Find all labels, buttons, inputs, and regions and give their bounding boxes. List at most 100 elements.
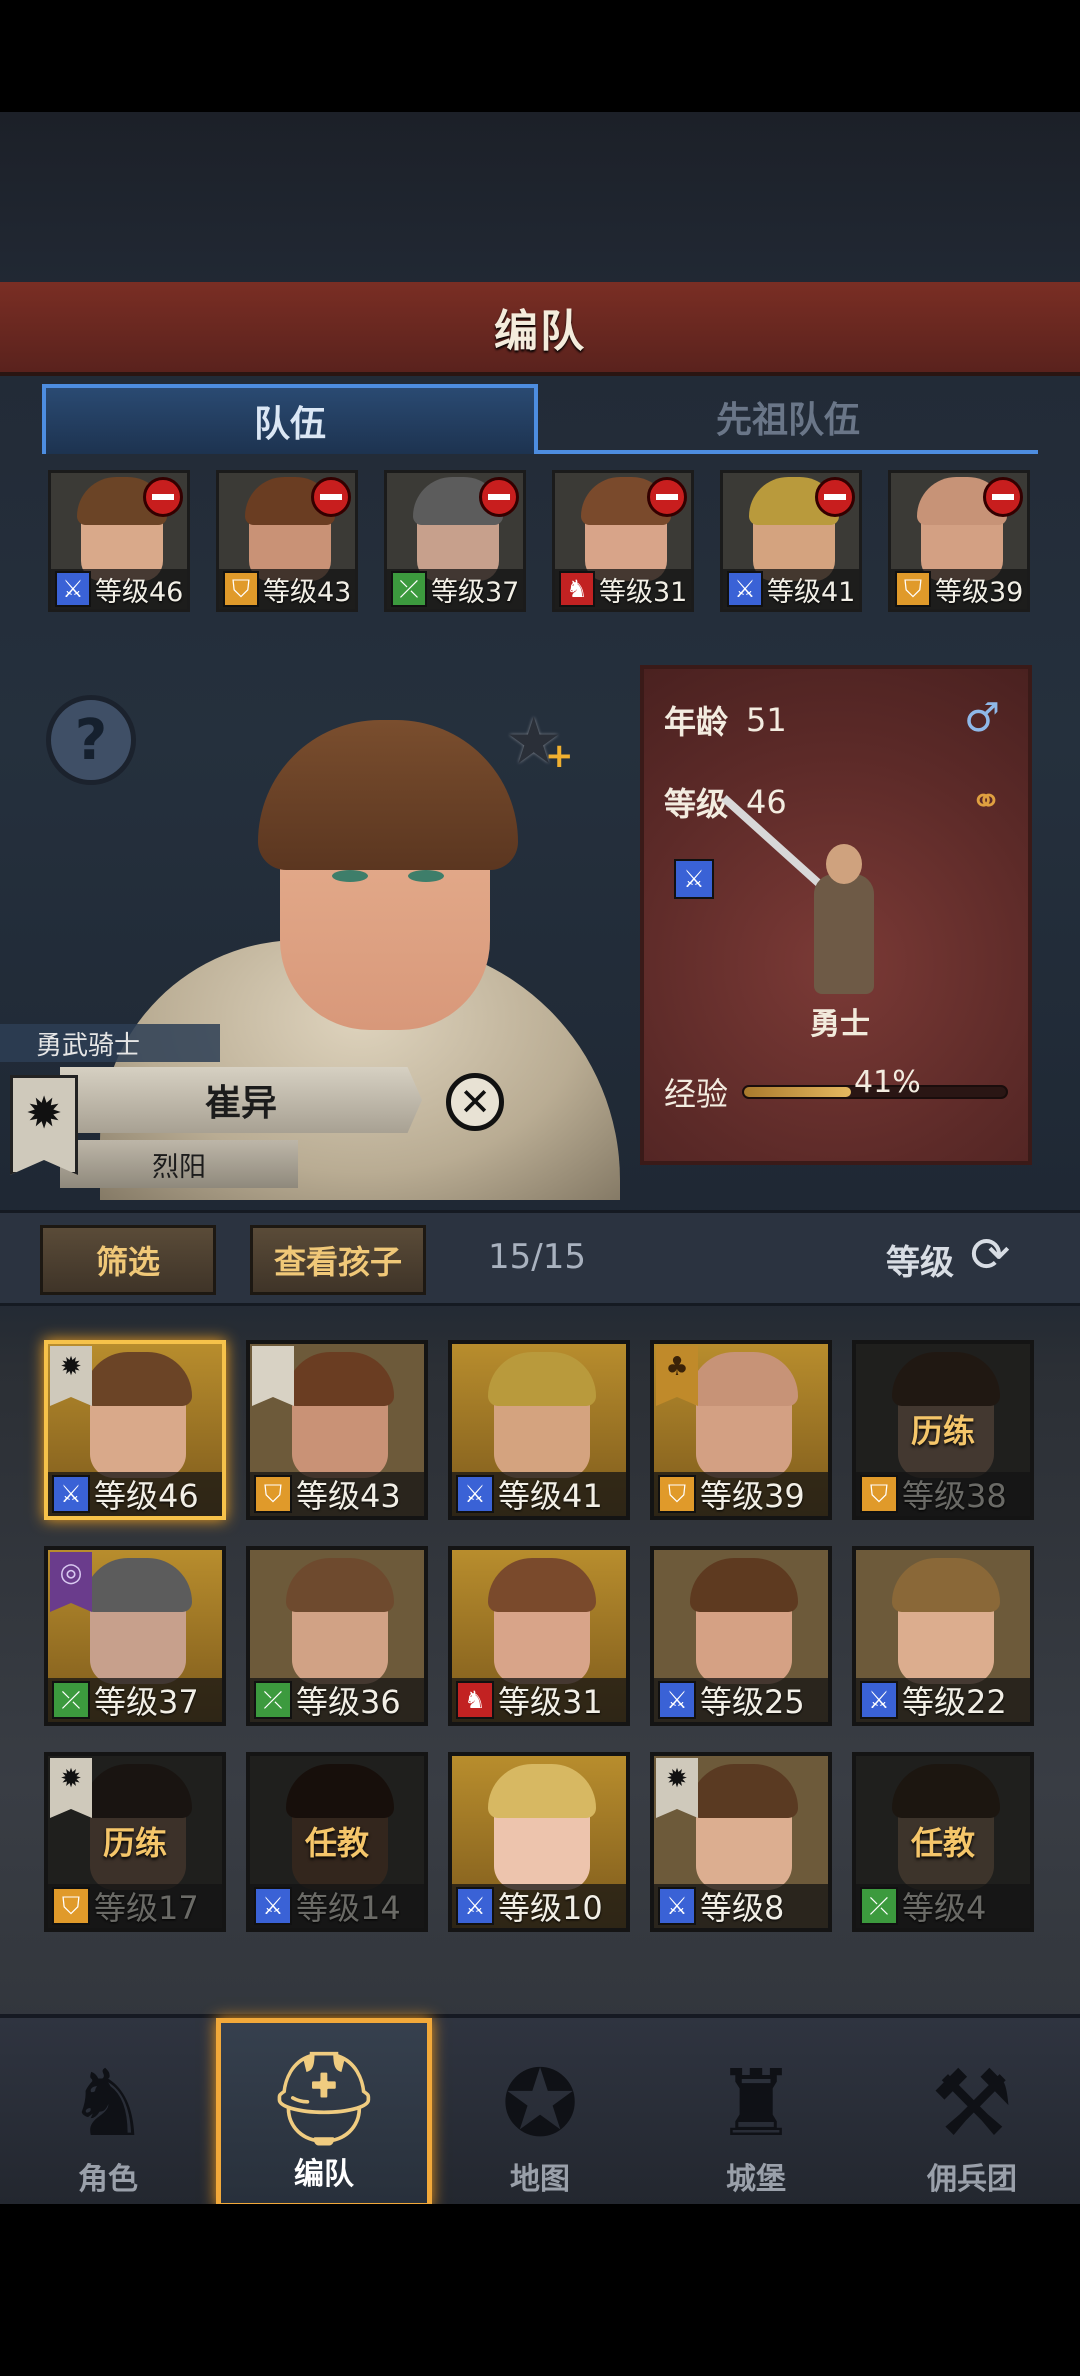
roster-hero-card[interactable]: ⚔ 等级22: [852, 1546, 1034, 1726]
compass-icon: ✪: [501, 2050, 579, 2157]
remove-member-icon[interactable]: [815, 477, 855, 517]
level-text: 等级46: [95, 576, 184, 608]
unit-head: [826, 844, 862, 884]
sort-label[interactable]: 等级: [886, 1235, 954, 1284]
sword-class-icon: ⚔: [52, 1475, 90, 1513]
portrait-hair: [690, 1558, 798, 1612]
wedding-ring-icon[interactable]: ⚭: [970, 779, 1002, 823]
nav-item-1[interactable]: ⛑ 编队: [216, 2018, 432, 2208]
hero-epithet: 烈阳: [60, 1140, 298, 1188]
roster-hero-card[interactable]: ⛉ 等级43: [246, 1340, 428, 1520]
team-member-card[interactable]: ♞ 等级31: [552, 470, 694, 612]
portrait-hair: [488, 1352, 596, 1406]
level-value: 46: [746, 783, 787, 821]
roster-hero-card[interactable]: ⤫ 等级4 任教: [852, 1752, 1034, 1932]
exp-bar-fill: [744, 1087, 852, 1097]
level-text: 等级38: [902, 1477, 1007, 1515]
roster-hero-card[interactable]: ⛉ 等级17 ✹ 历练: [44, 1752, 226, 1932]
male-gender-icon: ♂: [964, 695, 1000, 741]
roster-hero-card[interactable]: ⚔ 等级25: [650, 1546, 832, 1726]
portrait-hair: [286, 1352, 394, 1406]
level-text: 等级39: [935, 576, 1024, 608]
roster-hero-card[interactable]: ⚔ 等级46 ✹: [44, 1340, 226, 1520]
roster-hero-card[interactable]: ⛉ 等级39 ♣: [650, 1340, 832, 1520]
add-plus-icon: +: [545, 736, 574, 776]
sun-emblem-icon: ✹: [50, 1758, 92, 1818]
level-strip: ⤫ 等级4: [856, 1884, 1030, 1928]
nav-item-0[interactable]: ♞ 角色: [0, 2018, 216, 2208]
sort-refresh-icon[interactable]: ⟳: [970, 1227, 1010, 1283]
remove-member-icon[interactable]: [143, 477, 183, 517]
team-member-card[interactable]: ⚔ 等级41: [720, 470, 862, 612]
level-text: 等级41: [767, 576, 856, 608]
shield-class-icon: ⛉: [860, 1475, 898, 1513]
exp-percent: 41%: [854, 1065, 921, 1100]
page-title: 编队: [494, 306, 586, 357]
roster-hero-card[interactable]: ⚔ 等级14 任教: [246, 1752, 428, 1932]
level-label: 等级: [664, 785, 729, 823]
sword-class-icon: ⚔: [456, 1887, 494, 1925]
roster-hero-card[interactable]: ⚔ 等级41: [448, 1340, 630, 1520]
knight-icon: ♞: [66, 2050, 150, 2157]
team-member-card[interactable]: ⤫ 等级37: [384, 470, 526, 612]
level-text: 等级17: [94, 1889, 199, 1927]
hero-right-eye: [408, 870, 444, 882]
roster-hero-card[interactable]: ⤫ 等级36: [246, 1546, 428, 1726]
level-strip: ⛉ 等级38: [856, 1472, 1030, 1516]
shield-class-icon: ⛉: [254, 1475, 292, 1513]
nav-label: 角色: [78, 2162, 138, 2197]
level-strip: ⤫ 等级36: [250, 1678, 424, 1722]
team-member-card[interactable]: ⛉ 等级39: [888, 470, 1030, 612]
nav-label: 佣兵团: [927, 2162, 1017, 2197]
nav-item-3[interactable]: ♜ 城堡: [648, 2018, 864, 2208]
roster-count: 15/15: [488, 1237, 586, 1277]
tab-team[interactable]: 队伍: [42, 384, 538, 454]
purple-emblem-icon: ◎: [50, 1552, 92, 1612]
team-member-card[interactable]: ⛉ 等级43: [216, 470, 358, 612]
title-banner: 编队: [0, 282, 1080, 376]
team-member-card[interactable]: ⚔ 等级46: [48, 470, 190, 612]
nav-item-2[interactable]: ✪ 地图: [432, 2018, 648, 2208]
sword-class-icon: ⚔: [456, 1475, 494, 1513]
sword-class-icon: ⚔: [860, 1681, 898, 1719]
sword-class-icon: ⚔: [674, 859, 714, 899]
roster-hero-card[interactable]: ⚔ 等级10: [448, 1752, 630, 1932]
remove-member-icon[interactable]: [311, 477, 351, 517]
level-strip: ⛉ 等级43: [219, 569, 355, 609]
hero-status: 历练: [102, 1824, 167, 1862]
roster-hero-card[interactable]: ♞ 等级31: [448, 1546, 630, 1726]
level-text: 等级31: [498, 1683, 603, 1721]
view-children-button[interactable]: 查看孩子: [250, 1225, 426, 1295]
banner-emblem-icon: [252, 1346, 294, 1406]
level-strip: ⛉ 等级39: [891, 569, 1027, 609]
remove-member-icon[interactable]: [983, 477, 1023, 517]
nav-item-4[interactable]: ⚒ 佣兵团: [864, 2018, 1080, 2208]
roster-hero-card[interactable]: ⛉ 等级38 历练: [852, 1340, 1034, 1520]
level-text: 等级14: [296, 1889, 401, 1927]
age-row: 年龄 51: [664, 697, 787, 743]
roster-hero-card[interactable]: ⚔ 等级8 ✹: [650, 1752, 832, 1932]
filter-button[interactable]: 筛选: [40, 1225, 216, 1295]
bottom-nav: ♞ 角色 ⛑ 编队 ✪ 地图 ♜ 城堡 ⚒ 佣兵团: [0, 2014, 1080, 2208]
level-strip: ⛉ 等级17: [48, 1884, 222, 1928]
level-text: 等级37: [94, 1683, 199, 1721]
roster-hero-card[interactable]: ⤫ 等级37 ◎: [44, 1546, 226, 1726]
exp-label: 经验: [664, 1075, 729, 1113]
hero-left-eye: [332, 870, 368, 882]
remove-member-icon[interactable]: [647, 477, 687, 517]
bow-class-icon: ⤫: [860, 1887, 898, 1925]
remove-hero-button[interactable]: ✕: [446, 1073, 504, 1131]
unit-class-name: 勇士: [810, 1007, 870, 1042]
level-text: 等级25: [700, 1683, 805, 1721]
hero-hair: [258, 720, 518, 870]
level-strip: ⛉ 等级43: [250, 1472, 424, 1516]
tab-ancestor-team[interactable]: 先祖队伍: [538, 384, 1038, 454]
level-strip: ⚔ 等级41: [452, 1472, 626, 1516]
hero-status: 任教: [304, 1824, 369, 1862]
remove-member-icon[interactable]: [479, 477, 519, 517]
level-text: 等级41: [498, 1477, 603, 1515]
level-strip: ⚔ 等级8: [654, 1884, 828, 1928]
sword-class-icon: ⚔: [55, 571, 91, 607]
hero-info-panel: 年龄 51 ♂ 等级 46 ⚭ ⚔ 勇士 经验 41%: [640, 665, 1032, 1165]
level-strip: ⚔ 等级46: [48, 1472, 222, 1516]
